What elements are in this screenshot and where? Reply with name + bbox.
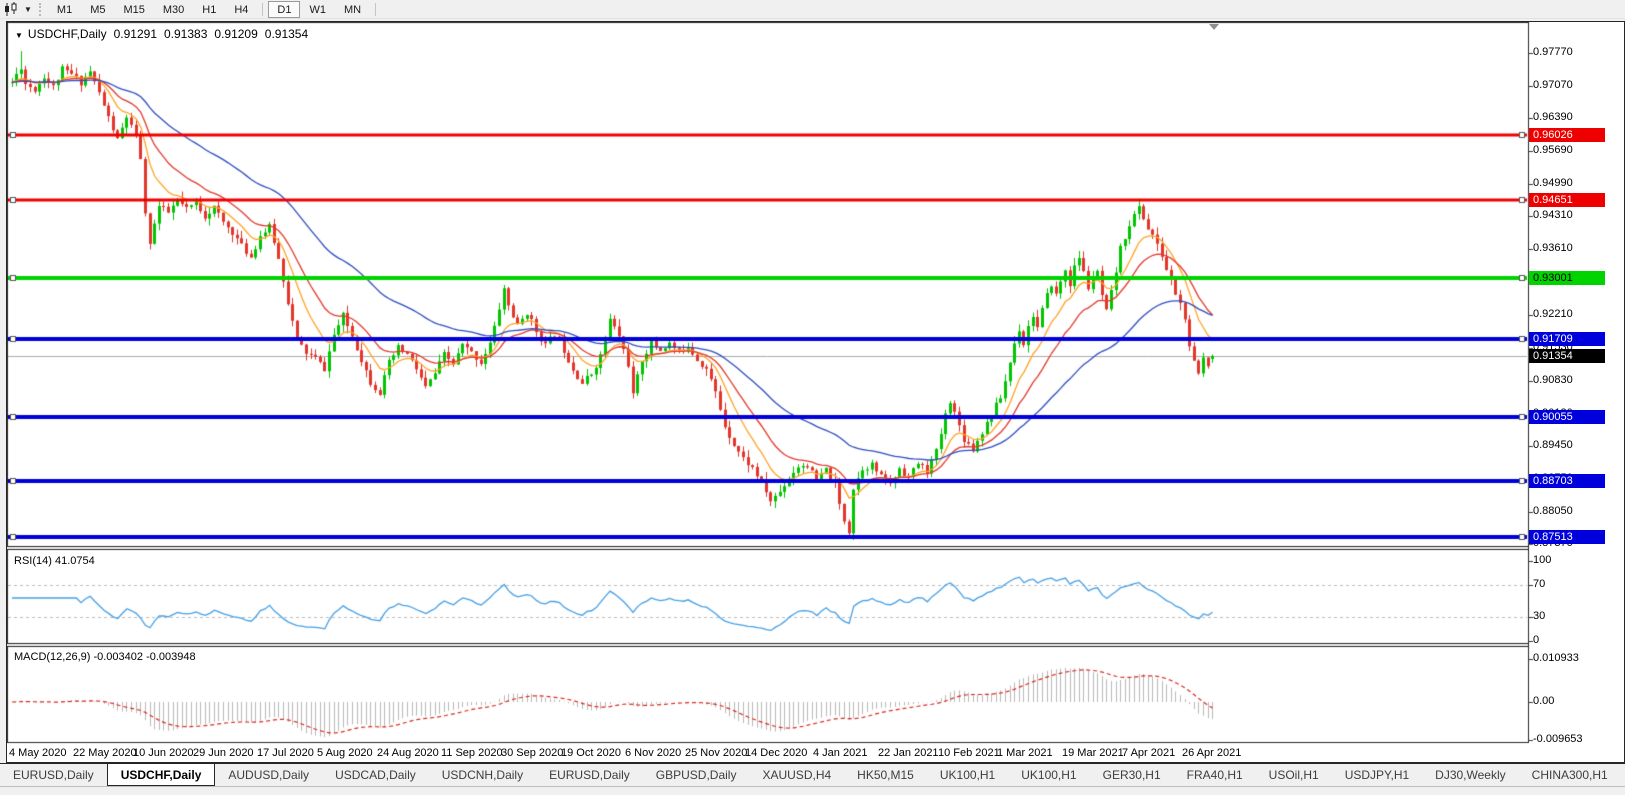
date-axis-label: 19 Mar 2021 bbox=[1062, 747, 1124, 759]
date-axis-label: 4 Jan 2021 bbox=[813, 747, 867, 759]
chevron-down-icon[interactable]: ▼ bbox=[24, 5, 32, 14]
chart-tab-uk100-h1[interactable]: UK100,H1 bbox=[927, 764, 1008, 786]
chart-tab-usdjpy-h1[interactable]: USDJPY,H1 bbox=[1332, 764, 1422, 786]
chart-tab-usdcnh-daily[interactable]: USDCNH,Daily bbox=[429, 764, 536, 786]
date-axis-label: 22 May 2020 bbox=[73, 747, 137, 759]
chart-type-icon[interactable] bbox=[3, 2, 23, 17]
chart-tab-fra40-h1[interactable]: FRA40,H1 bbox=[1174, 764, 1256, 786]
date-axis-label: 22 Jan 2021 bbox=[878, 747, 939, 759]
date-axis-label: 25 Nov 2020 bbox=[685, 747, 747, 759]
chart-tab-usdcad-daily[interactable]: USDCAD,Daily bbox=[322, 764, 429, 786]
chart-tab-uk100-h1[interactable]: UK100,H1 bbox=[1008, 764, 1089, 786]
date-axis-label: 1 Mar 2021 bbox=[997, 747, 1053, 759]
timeframe-button-w1[interactable]: W1 bbox=[300, 1, 335, 18]
timeframe-button-h1[interactable]: H1 bbox=[193, 1, 225, 18]
price-axis-tick: 0.92210 bbox=[1533, 308, 1573, 320]
date-axis-label: 30 Sep 2020 bbox=[501, 747, 563, 759]
macd-indicator-label: MACD(12,26,9) -0.003402 -0.003948 bbox=[14, 651, 196, 663]
timeframe-button-h4[interactable]: H4 bbox=[225, 1, 257, 18]
ohlc-high: 0.91383 bbox=[164, 27, 207, 41]
timeframe-button-m30[interactable]: M30 bbox=[154, 1, 193, 18]
chart-tab-u[interactable]: U bbox=[1621, 764, 1625, 786]
date-axis-label: 10 Feb 2021 bbox=[938, 747, 1000, 759]
rsi-axis-tick: 30 bbox=[1533, 610, 1545, 622]
macd-axis-tick: 0.010933 bbox=[1533, 652, 1579, 664]
date-axis-label: 7 Apr 2021 bbox=[1122, 747, 1175, 759]
date-axis-label: 14 Dec 2020 bbox=[745, 747, 807, 759]
rsi-axis-tick: 70 bbox=[1533, 578, 1545, 590]
price-axis-tick: 0.95690 bbox=[1533, 144, 1573, 156]
date-axis-label: 5 Aug 2020 bbox=[317, 747, 373, 759]
chart-tab-dj30-weekly[interactable]: DJ30,Weekly bbox=[1422, 764, 1518, 786]
timeframe-button-m15[interactable]: M15 bbox=[114, 1, 153, 18]
chart-tab-usoil-h1[interactable]: USOil,H1 bbox=[1256, 764, 1332, 786]
toolbar-divider bbox=[262, 3, 263, 16]
timeframe-button-mn[interactable]: MN bbox=[335, 1, 370, 18]
chart-tab-eurusd-daily[interactable]: EURUSD,Daily bbox=[0, 764, 107, 786]
price-axis-tick: 0.89450 bbox=[1533, 439, 1573, 451]
level-price-badge[interactable]: 0.90055 bbox=[1529, 410, 1605, 424]
rsi-axis-tick: 0 bbox=[1533, 634, 1539, 646]
chart-tab-audusd-daily[interactable]: AUDUSD,Daily bbox=[215, 764, 322, 786]
rsi-indicator-label: RSI(14) 41.0754 bbox=[14, 555, 95, 567]
ohlc-close: 0.91354 bbox=[265, 27, 308, 41]
chart-tab-hk50-m15[interactable]: HK50,M15 bbox=[844, 764, 927, 786]
price-axis-tick: 0.96390 bbox=[1533, 111, 1573, 123]
date-axis-label: 24 Aug 2020 bbox=[377, 747, 439, 759]
timeframe-button-m1[interactable]: M1 bbox=[48, 1, 81, 18]
timeframe-buttons: M1M5M15M30H1H4 D1W1MN bbox=[48, 1, 381, 18]
ohlc-open: 0.91291 bbox=[114, 27, 157, 41]
price-axis-tick: 0.88050 bbox=[1533, 505, 1573, 517]
price-axis-tick: 0.97070 bbox=[1533, 79, 1573, 91]
price-axis-tick: 0.93610 bbox=[1533, 242, 1573, 254]
level-price-badge[interactable]: 0.94651 bbox=[1529, 193, 1605, 207]
chart-window: ▼ USDCHF,Daily 0.91291 0.91383 0.91209 0.9135… bbox=[6, 21, 1625, 763]
chart-title: ▼ USDCHF,Daily 0.91291 0.91383 0.91209 0.9135… bbox=[15, 27, 308, 41]
level-price-badge[interactable]: 0.96026 bbox=[1529, 128, 1605, 142]
date-axis-label: 6 Nov 2020 bbox=[625, 747, 681, 759]
date-axis-label: 17 Jul 2020 bbox=[257, 747, 314, 759]
chart-tab-xauusd-h4[interactable]: XAUUSD,H4 bbox=[749, 764, 844, 786]
chart-tab-gbpusd-daily[interactable]: GBPUSD,Daily bbox=[643, 764, 750, 786]
date-axis-label: 4 May 2020 bbox=[9, 747, 66, 759]
level-price-badge[interactable]: 0.91709 bbox=[1529, 332, 1605, 346]
chart-canvas[interactable] bbox=[7, 22, 1624, 762]
chart-tab-bar: EURUSD,DailyUSDCHF,DailyAUDUSD,DailyUSDC… bbox=[0, 763, 1625, 787]
chart-tab-usdchf-daily[interactable]: USDCHF,Daily bbox=[107, 764, 216, 786]
level-price-badge[interactable]: 0.88703 bbox=[1529, 474, 1605, 488]
chart-symbol-label: USDCHF,Daily bbox=[28, 27, 107, 41]
toolbar-divider bbox=[375, 3, 376, 16]
chart-tab-china300-h1[interactable]: CHINA300,H1 bbox=[1519, 764, 1621, 786]
rsi-axis-tick: 100 bbox=[1533, 554, 1551, 566]
toolbar-gripper bbox=[39, 3, 42, 16]
date-axis-label: 26 Apr 2021 bbox=[1182, 747, 1241, 759]
level-price-badge[interactable]: 0.93001 bbox=[1529, 271, 1605, 285]
price-axis-tick: 0.90830 bbox=[1533, 374, 1573, 386]
macd-axis-tick: -0.009653 bbox=[1533, 733, 1583, 745]
timeframe-button-m5[interactable]: M5 bbox=[81, 1, 114, 18]
timeframe-button-d1[interactable]: D1 bbox=[268, 1, 300, 18]
top-toolbar: ▼ M1M5M15M30H1H4 D1W1MN bbox=[0, 0, 1625, 19]
ohlc-low: 0.91209 bbox=[214, 27, 257, 41]
status-bar bbox=[0, 788, 1625, 795]
current-price-badge[interactable]: 0.91354 bbox=[1529, 349, 1605, 363]
price-axis-tick: 0.97770 bbox=[1533, 46, 1573, 58]
date-axis-label: 11 Sep 2020 bbox=[441, 747, 503, 759]
level-price-badge[interactable]: 0.87513 bbox=[1529, 530, 1605, 544]
chart-shift-marker[interactable] bbox=[1209, 24, 1219, 30]
chart-tab-eurusd-daily[interactable]: EURUSD,Daily bbox=[536, 764, 643, 786]
price-axis-tick: 0.94990 bbox=[1533, 177, 1573, 189]
chart-tab-ger30-h1[interactable]: GER30,H1 bbox=[1090, 764, 1174, 786]
date-axis-label: 29 Jun 2020 bbox=[193, 747, 254, 759]
date-axis-label: 19 Oct 2020 bbox=[561, 747, 621, 759]
price-axis-tick: 0.94310 bbox=[1533, 209, 1573, 221]
triangle-down-icon[interactable]: ▼ bbox=[15, 31, 23, 40]
date-axis-label: 10 Jun 2020 bbox=[133, 747, 194, 759]
macd-axis-tick: 0.00 bbox=[1533, 695, 1554, 707]
